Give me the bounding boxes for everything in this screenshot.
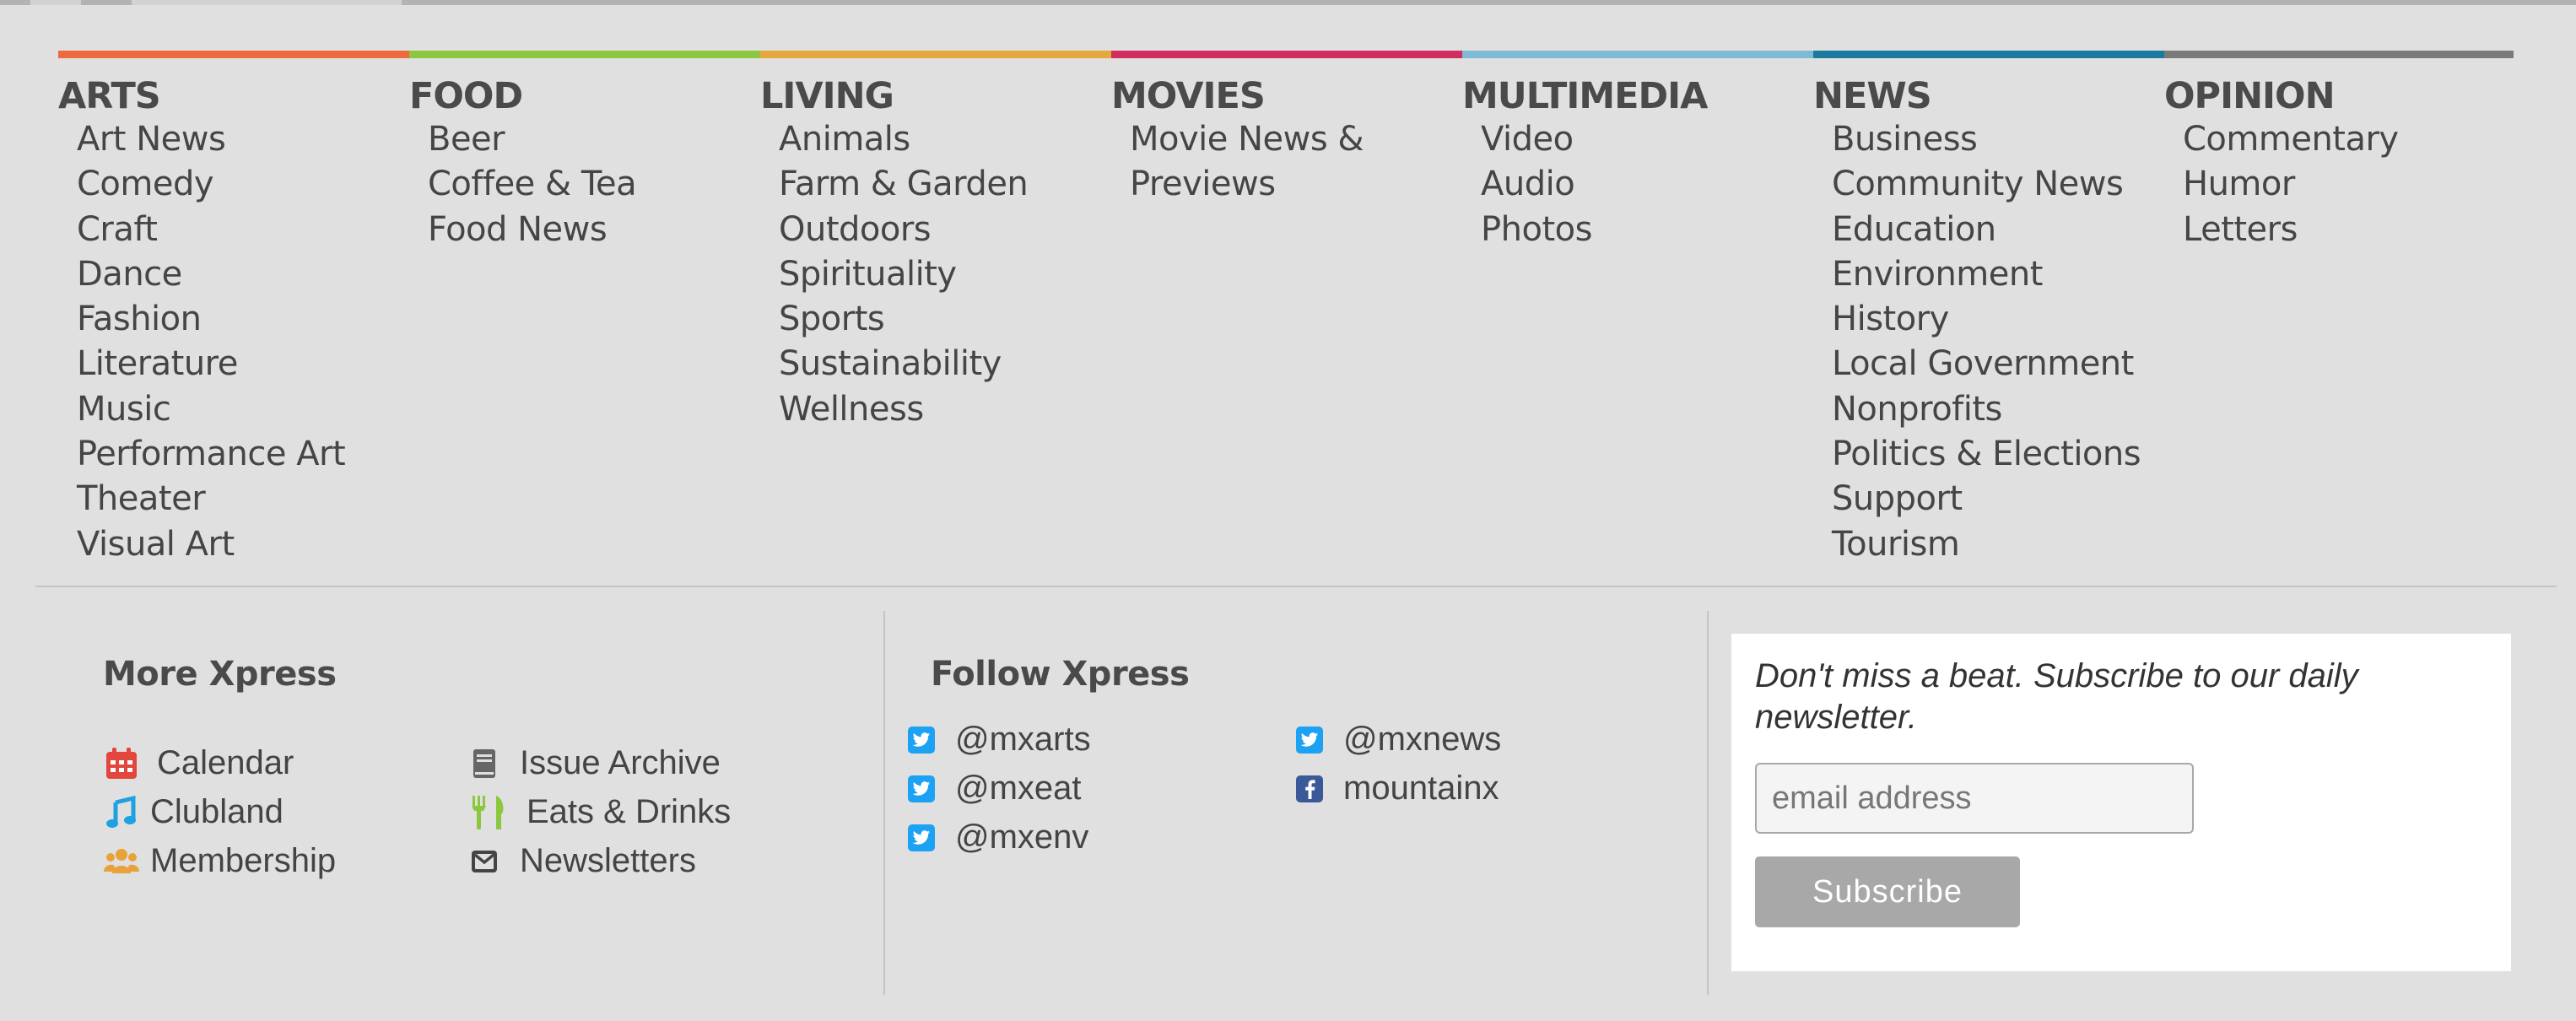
category-link[interactable]: Farm & Garden (779, 162, 1111, 207)
utensils-icon (466, 794, 510, 831)
category-link[interactable]: Sports (779, 297, 1111, 342)
category-link[interactable]: Coffee & Tea (428, 162, 760, 207)
category-link[interactable]: Performance Art (77, 432, 409, 477)
twitter-icon (1291, 721, 1328, 759)
category-link[interactable]: Previews (1130, 162, 1462, 207)
users-icon (103, 843, 140, 880)
book-icon (466, 745, 503, 782)
twitter-handle: @mxnews (1343, 721, 1502, 758)
category-link[interactable]: Nonprofits (1832, 387, 2164, 432)
category-title[interactable]: ARTS (58, 75, 409, 117)
newsletter-signup: Don't miss a beat. Subscribe to our dail… (1731, 634, 2511, 971)
twitter-handle: @mxarts (955, 721, 1091, 758)
issue-archive-link[interactable]: Issue Archive (466, 744, 721, 782)
more-xpress-title: More Xpress (103, 655, 337, 694)
twitter-mxarts-link[interactable]: @mxarts (903, 721, 1091, 759)
category-title[interactable]: FOOD (409, 75, 760, 117)
membership-label: Membership (150, 842, 337, 879)
category-link[interactable]: Humor (2183, 162, 2514, 207)
category-link[interactable]: Education (1832, 208, 2164, 252)
category-link[interactable]: Politics & Elections (1832, 432, 2164, 477)
category-link[interactable]: Fashion (77, 297, 409, 342)
subscribe-button[interactable]: Subscribe (1755, 856, 2020, 927)
category-link[interactable]: Craft (77, 208, 409, 252)
category-link[interactable]: Movie News & (1130, 117, 1462, 162)
category-link[interactable]: Beer (428, 117, 760, 162)
clubland-link[interactable]: Clubland (103, 793, 284, 831)
category-link[interactable]: Literature (77, 342, 409, 386)
twitter-handle: @mxenv (955, 818, 1089, 856)
category-link[interactable]: Business (1832, 117, 2164, 162)
top-tab[interactable] (30, 0, 81, 5)
category-title[interactable]: MULTIMEDIA (1462, 75, 1813, 117)
newsletters-label: Newsletters (520, 842, 696, 879)
section-divider (35, 586, 2557, 587)
category-link[interactable]: Environment (1832, 252, 2164, 297)
envelope-icon (466, 843, 503, 880)
category-link[interactable]: Photos (1481, 208, 1813, 252)
category-title[interactable]: OPINION (2164, 75, 2514, 117)
newsletter-prompt: Don't miss a beat. Subscribe to our dail… (1755, 657, 2358, 736)
category-link[interactable]: Support (1832, 477, 2164, 521)
category-link[interactable]: History (1832, 297, 2164, 342)
category-food: FOOD Beer Coffee & Tea Food News (409, 51, 760, 567)
category-link[interactable]: Sustainability (779, 342, 1111, 386)
calendar-link[interactable]: Calendar (103, 744, 294, 782)
category-title[interactable]: LIVING (760, 75, 1111, 117)
twitter-handle: @mxeat (955, 770, 1082, 807)
category-link[interactable]: Comedy (77, 162, 409, 207)
category-link[interactable]: Visual Art (77, 522, 409, 567)
category-link[interactable]: Outdoors (779, 208, 1111, 252)
top-tab[interactable] (132, 0, 402, 5)
twitter-icon (903, 770, 940, 808)
category-title[interactable]: NEWS (1813, 75, 2164, 117)
category-link[interactable]: Music (77, 387, 409, 432)
twitter-icon (903, 819, 940, 856)
category-living: LIVING Animals Farm & Garden Outdoors Sp… (760, 51, 1111, 567)
twitter-mxenv-link[interactable]: @mxenv (903, 818, 1088, 856)
category-link[interactable]: Letters (2183, 208, 2514, 252)
category-link[interactable]: Wellness (779, 387, 1111, 432)
category-link[interactable]: Community News (1832, 162, 2164, 207)
follow-xpress-title: Follow Xpress (931, 655, 1190, 694)
category-multimedia: MULTIMEDIA Video Audio Photos (1462, 51, 1813, 567)
calendar-label: Calendar (157, 744, 294, 781)
music-note-icon (103, 794, 140, 831)
issue-archive-label: Issue Archive (520, 744, 721, 781)
category-title[interactable]: MOVIES (1111, 75, 1462, 117)
category-menu: ARTS Art News Comedy Craft Dance Fashion… (58, 51, 2514, 567)
calendar-icon (103, 745, 140, 782)
category-news: NEWS Business Community News Education E… (1813, 51, 2164, 567)
column-separator (883, 611, 885, 995)
eats-drinks-link[interactable]: Eats & Drinks (466, 793, 731, 831)
category-link[interactable]: Tourism (1832, 522, 2164, 567)
category-link[interactable]: Animals (779, 117, 1111, 162)
category-movies: MOVIES Movie News & Previews (1111, 51, 1462, 567)
eats-drinks-label: Eats & Drinks (527, 793, 732, 830)
facebook-handle: mountainx (1343, 770, 1499, 807)
twitter-icon (903, 721, 940, 759)
membership-link[interactable]: Membership (103, 842, 336, 880)
clubland-label: Clubland (150, 793, 284, 830)
newsletters-link[interactable]: Newsletters (466, 842, 696, 880)
category-opinion: OPINION Commentary Humor Letters (2164, 51, 2514, 567)
column-separator (1707, 611, 1709, 995)
category-link[interactable]: Food News (428, 208, 760, 252)
category-link[interactable]: Video (1481, 117, 1813, 162)
category-link[interactable]: Local Government (1832, 342, 2164, 386)
category-link[interactable]: Commentary (2183, 117, 2514, 162)
category-link[interactable]: Dance (77, 252, 409, 297)
facebook-icon (1291, 770, 1328, 808)
email-field[interactable] (1755, 763, 2194, 834)
category-link[interactable]: Audio (1481, 162, 1813, 207)
facebook-mountainx-link[interactable]: mountainx (1291, 770, 1499, 808)
twitter-mxeat-link[interactable]: @mxeat (903, 770, 1082, 808)
twitter-mxnews-link[interactable]: @mxnews (1291, 721, 1501, 759)
category-link[interactable]: Art News (77, 117, 409, 162)
category-arts: ARTS Art News Comedy Craft Dance Fashion… (58, 51, 409, 567)
category-link[interactable]: Spirituality (779, 252, 1111, 297)
category-link[interactable]: Theater (77, 477, 409, 521)
